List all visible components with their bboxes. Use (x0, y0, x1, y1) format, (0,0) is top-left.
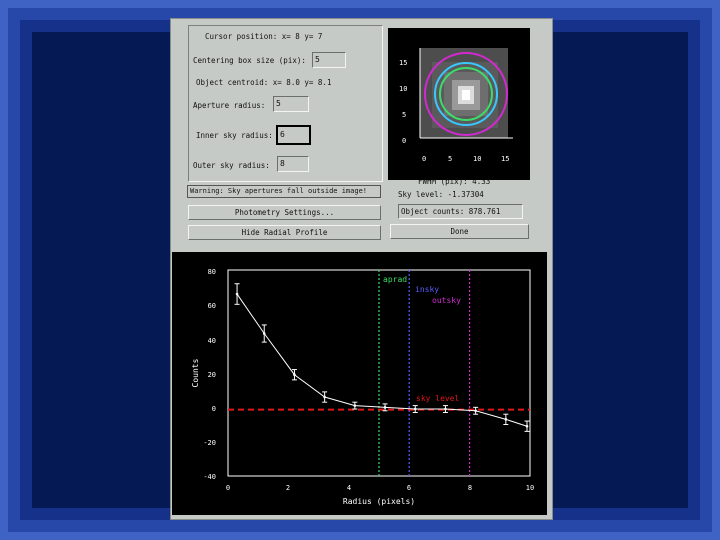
radial-profile-plot: 80 60 40 20 0 -20 -40 0 2 4 6 8 10 Radiu… (172, 252, 547, 515)
x-tick-label: 8 (468, 484, 472, 492)
image-y-tick: 15 (399, 59, 407, 67)
object-centroid-label: Object centroid: x= 8.0 y= 8.1 (196, 78, 332, 87)
done-button[interactable]: Done (390, 224, 529, 239)
image-y-tick: 10 (399, 85, 407, 93)
data-point (293, 373, 296, 377)
aperture-radius-label: Aperture radius: (193, 101, 266, 110)
sky-level-readout: Sky level: -1.37304 (398, 190, 484, 199)
star-image-svg: 15 10 5 0 0 5 10 15 (399, 48, 513, 163)
aperture-radius-input[interactable]: 5 (273, 96, 309, 112)
data-point (525, 424, 529, 428)
data-point (323, 395, 326, 399)
image-x-tick: 15 (501, 155, 509, 163)
data-point (474, 409, 477, 413)
inner-sky-radius-label: Inner sky radius: (196, 131, 273, 140)
cursor-position-label: Cursor position: x= 8 y= 7 (205, 32, 323, 41)
y-tick-label: 80 (208, 268, 216, 276)
data-point (504, 418, 508, 421)
y-axis-title: Counts (191, 358, 200, 387)
data-point (413, 407, 417, 411)
image-x-tick: 0 (422, 155, 426, 163)
y-tick-label: 60 (208, 302, 216, 310)
sky-aperture-warning: Warning: Sky apertures fall outside imag… (187, 185, 381, 198)
outer-sky-radius-input[interactable]: 8 (277, 156, 309, 172)
data-point (383, 406, 387, 409)
aprad-label: aprad (383, 275, 407, 284)
centering-box-input[interactable]: 5 (312, 52, 346, 68)
image-y-tick: 5 (402, 111, 406, 119)
outsky-label: outsky (432, 296, 461, 305)
inner-sky-radius-input[interactable]: 6 (276, 125, 311, 145)
x-tick-label: 10 (526, 484, 534, 492)
photometry-settings-button[interactable]: Photometry Settings... (188, 205, 381, 220)
image-x-tick: 10 (473, 155, 481, 163)
data-point (235, 292, 239, 296)
sky-level-label: sky level (416, 394, 460, 403)
star-image-panel[interactable]: 15 10 5 0 0 5 10 15 (388, 28, 530, 180)
y-tick-label: 0 (212, 405, 216, 413)
y-tick-label: -40 (203, 473, 216, 481)
y-tick-label: 20 (208, 371, 216, 379)
insky-label: insky (415, 285, 439, 294)
outer-sky-radius-label: Outer sky radius: (193, 161, 270, 170)
x-tick-label: 4 (347, 484, 351, 492)
x-tick-label: 0 (226, 484, 230, 492)
image-y-tick: 0 (402, 137, 406, 145)
data-point (353, 404, 357, 407)
x-tick-label: 2 (286, 484, 290, 492)
y-tick-label: -20 (203, 439, 216, 447)
centering-box-label: Centering box size (pix): (193, 56, 306, 65)
image-x-tick: 5 (448, 155, 452, 163)
data-point (262, 332, 266, 335)
object-counts-field: Object counts: 878.761 (398, 204, 523, 219)
radial-profile-svg: 80 60 40 20 0 -20 -40 0 2 4 6 8 10 Radiu… (191, 268, 534, 506)
data-point (444, 407, 447, 411)
hide-radial-profile-button[interactable]: Hide Radial Profile (188, 225, 381, 240)
plot-frame (227, 269, 531, 477)
x-tick-label: 6 (407, 484, 411, 492)
x-axis-title: Radius (pixels) (343, 497, 415, 506)
y-tick-label: 40 (208, 337, 216, 345)
profile-line (236, 293, 528, 427)
